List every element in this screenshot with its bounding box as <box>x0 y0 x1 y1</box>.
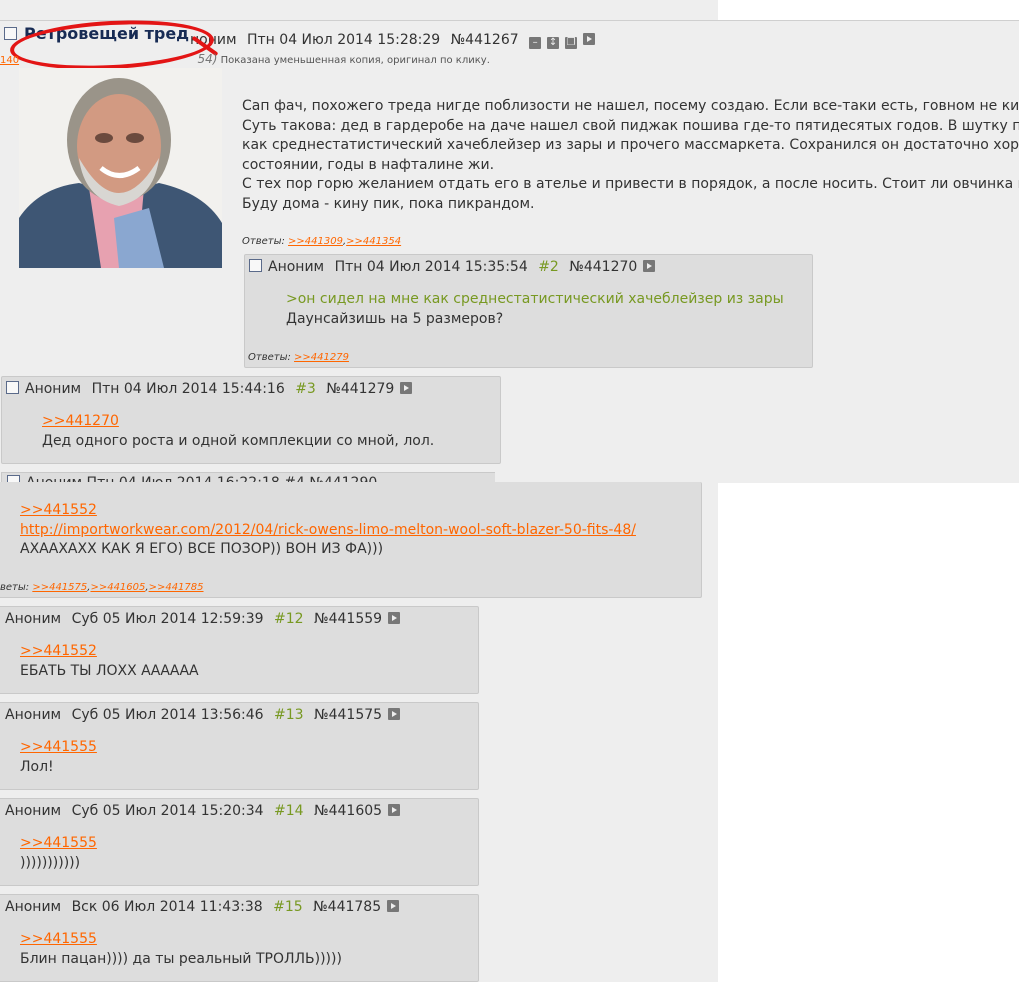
post-body: >>441555 Блин пацан)))) да ты реальный Т… <box>20 930 342 969</box>
post-text: АХААХАХХ КАК Я ЕГО) ВСЕ ПОЗОР)) ВОН ИЗ Ф… <box>20 541 384 557</box>
play-arrow-icon[interactable] <box>583 33 596 45</box>
post-author: Аноним <box>5 707 62 723</box>
post-header: Аноним Птн 04 Июл 2014 15:44:16 #3 №4412… <box>6 381 418 397</box>
reply-link[interactable]: >>441605 <box>90 582 145 593</box>
post-author: Аноним <box>5 899 62 915</box>
post-author: Аноним <box>25 381 82 397</box>
post-text: Дед одного роста и одной комплекции со м… <box>42 432 435 449</box>
post-body: >он сидел на мне как среднестатистически… <box>286 290 784 329</box>
file-link[interactable]: 140 <box>0 55 19 66</box>
top-strip <box>0 0 718 20</box>
play-arrow-icon[interactable] <box>387 900 400 912</box>
post-index: #13 <box>274 707 304 723</box>
man-photo-icon <box>19 68 222 268</box>
external-url-link[interactable]: http://importworkwear.com/2012/04/rick-o… <box>20 521 636 541</box>
reply-ref-link[interactable]: >>441552 <box>20 642 199 662</box>
reply-ref-link[interactable]: >>441555 <box>20 834 97 854</box>
post-index: #3 <box>295 381 316 397</box>
op-body: Сап фач, похожего треда нигде поблизости… <box>242 97 1019 214</box>
post-date: Суб 05 Июл 2014 13:56:46 <box>71 707 264 723</box>
post-author: Аноним <box>5 611 62 627</box>
post-checkbox[interactable] <box>249 259 262 272</box>
post-text: Даунсайзишь на 5 размеров? <box>286 310 504 327</box>
post-header: Аноним Птн 04 Июл 2014 15:35:54 #2 №4412… <box>249 259 661 275</box>
op-replies: Ответы: >>441309,>>441354 <box>242 236 402 247</box>
reply-link[interactable]: >>441575 <box>32 582 87 593</box>
post-header: Аноним Суб 05 Июл 2014 12:59:39 #12 №441… <box>5 611 406 627</box>
post-author: Аноним <box>268 259 325 275</box>
reply-ref-link[interactable]: >>441555 <box>20 930 342 950</box>
post-body: >>441552 http://importworkwear.com/2012/… <box>20 501 636 560</box>
post-checkbox[interactable] <box>6 381 19 394</box>
op-line: Суть такова: дед в гардеробе на даче наш… <box>242 117 1019 134</box>
op-meta: ноним Птн 04 Июл 2014 15:28:29 №441267 –… <box>190 32 601 49</box>
reply-link[interactable]: >>441279 <box>294 352 349 363</box>
post-index: #14 <box>274 803 304 819</box>
post-number[interactable]: №441605 <box>314 803 382 819</box>
post-header: Аноним Суб 05 Июл 2014 13:56:46 #13 №441… <box>5 707 406 723</box>
op-line: как среднестатистический хачеблейзер из … <box>242 137 1019 153</box>
post-text: Лол! <box>20 758 54 775</box>
post-date: Вск 06 Июл 2014 11:43:38 <box>71 899 263 915</box>
op-image[interactable] <box>19 68 222 268</box>
post-replies: веты: >>441575,>>441605,>>441785 <box>0 582 204 593</box>
file-note: Показана уменьшенная копия, оригинал по … <box>220 55 490 66</box>
reply-ref-link[interactable]: >>441555 <box>20 738 97 758</box>
post-index: #15 <box>273 899 303 915</box>
greentext-quote: >он сидел на мне как среднестатистически… <box>286 291 784 307</box>
post-index: #12 <box>274 611 304 627</box>
post-text: Блин пацан)))) да ты реальный ТРОЛЛЬ))))… <box>20 950 342 967</box>
op-line: Сап фач, похожего треда нигде поблизости… <box>242 98 1019 114</box>
op-number[interactable]: №441267 <box>451 32 519 48</box>
post-index: #2 <box>538 259 559 275</box>
post-date: Птн 04 Июл 2014 15:44:16 <box>91 381 285 397</box>
play-arrow-icon[interactable] <box>388 804 401 816</box>
op-line: С тех пор горю желанием отдать его в ате… <box>242 176 1019 192</box>
expand-icon[interactable]: ↕ <box>547 37 560 49</box>
post-text: ))))))))))) <box>20 854 81 871</box>
reply-link[interactable]: >>441785 <box>149 582 204 593</box>
reply-link[interactable]: >>441354 <box>346 236 401 247</box>
post-body: >>441270 Дед одного роста и одной компле… <box>42 412 434 451</box>
post-number[interactable]: №441559 <box>314 611 382 627</box>
post-date: Суб 05 Июл 2014 15:20:34 <box>71 803 264 819</box>
play-arrow-icon[interactable] <box>643 260 656 272</box>
post-number[interactable]: №441785 <box>313 899 381 915</box>
post-body: >>441555 ))))))))))) <box>20 834 97 873</box>
post-text: ЕБАТЬ ТЫ ЛОХХ АААААА <box>20 662 199 679</box>
reply-ref-link[interactable]: >>441552 <box>20 501 636 521</box>
post-number[interactable]: №441279 <box>326 381 394 397</box>
play-arrow-icon[interactable] <box>400 382 413 394</box>
post-number[interactable]: №441270 <box>569 259 637 275</box>
post-number[interactable]: №441575 <box>314 707 382 723</box>
post-body: >>441552 ЕБАТЬ ТЫ ЛОХХ АААААА <box>20 642 199 681</box>
window-icon[interactable]: ❐ <box>565 37 578 49</box>
post-date: Птн 04 Июл 2014 15:35:54 <box>334 259 528 275</box>
post-author: Аноним <box>5 803 62 819</box>
post-body: >>441555 Лол! <box>20 738 97 777</box>
reply-ref-link[interactable]: >>441270 <box>42 412 434 432</box>
post-replies: Ответы: >>441279 <box>248 352 349 363</box>
op-line: Буду дома - кину пик, пока пикрандом. <box>242 195 535 212</box>
post-header: Аноним Суб 05 Июл 2014 15:20:34 #14 №441… <box>5 803 406 819</box>
post-date: Суб 05 Июл 2014 12:59:39 <box>71 611 264 627</box>
op-file-info: 140 54) Показана уменьшенная копия, ориг… <box>0 52 490 66</box>
play-arrow-icon[interactable] <box>388 612 401 624</box>
play-arrow-icon[interactable] <box>388 708 401 720</box>
op-date: Птн 04 Июл 2014 15:28:29 <box>247 32 441 48</box>
reply-link[interactable]: >>441309 <box>288 236 343 247</box>
op-line: состоянии, годы в нафталине жи. <box>242 156 495 173</box>
op-checkbox[interactable] <box>4 27 17 40</box>
hide-icon[interactable]: – <box>529 37 542 49</box>
post-header: Аноним Вск 06 Июл 2014 11:43:38 #15 №441… <box>5 899 405 915</box>
